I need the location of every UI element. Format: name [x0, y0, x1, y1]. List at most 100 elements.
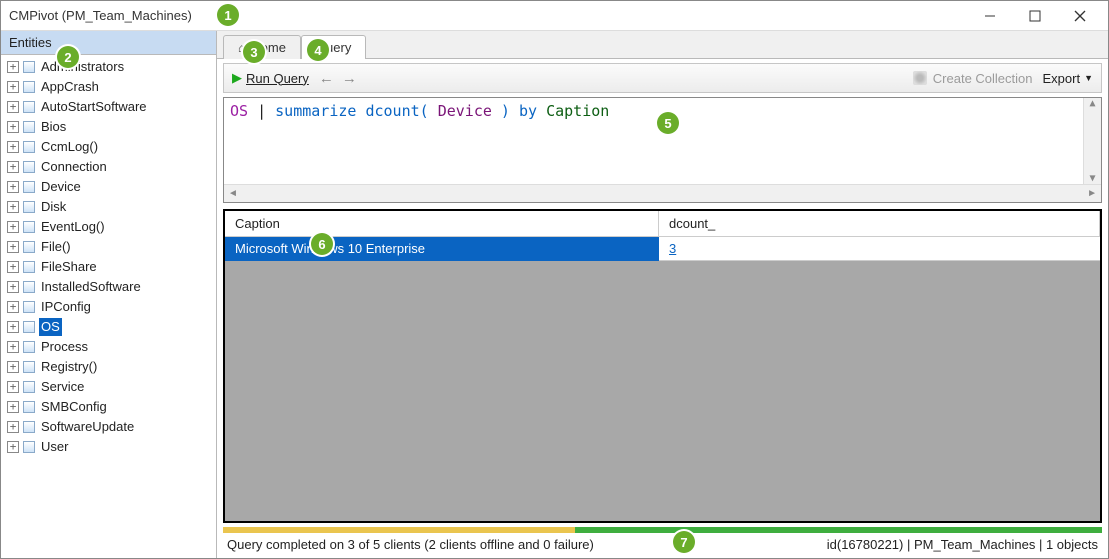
entity-item-ccmlog[interactable]: + CcmLog() [1, 137, 216, 157]
forward-button[interactable]: → [342, 70, 357, 87]
editor-vertical-scrollbar[interactable]: ▲▼ [1083, 98, 1101, 184]
query-token-func-open: dcount( [365, 102, 437, 120]
expand-icon[interactable]: + [7, 401, 19, 413]
expand-icon[interactable]: + [7, 181, 19, 193]
expand-icon[interactable]: + [7, 421, 19, 433]
entity-item-eventlog[interactable]: + EventLog() [1, 217, 216, 237]
column-header-caption[interactable]: Caption [225, 211, 659, 237]
expand-icon[interactable]: + [7, 161, 19, 173]
minimize-button[interactable] [967, 1, 1012, 31]
entity-icon [23, 161, 35, 173]
create-collection-label: Create Collection [933, 71, 1033, 86]
export-button[interactable]: Export ▼ [1043, 71, 1094, 86]
back-button[interactable]: ← [319, 70, 334, 87]
collection-icon [913, 71, 927, 85]
expand-icon[interactable]: + [7, 221, 19, 233]
expand-icon[interactable]: + [7, 381, 19, 393]
entity-item-service[interactable]: + Service [1, 377, 216, 397]
cell-caption: Microsoft Windows 10 Enterprise [225, 237, 659, 261]
entity-icon [23, 61, 35, 73]
query-token-summarize: summarize [275, 102, 356, 120]
entity-label: OS [39, 318, 62, 336]
entity-label: Device [39, 178, 83, 196]
expand-icon[interactable]: + [7, 101, 19, 113]
entity-item-installedsoftware[interactable]: + InstalledSoftware [1, 277, 216, 297]
expand-icon[interactable]: + [7, 321, 19, 333]
entity-icon [23, 121, 35, 133]
entity-item-administrators[interactable]: +Administrators [1, 57, 216, 77]
close-button[interactable] [1057, 1, 1102, 31]
expand-icon[interactable]: + [7, 121, 19, 133]
entity-item-registry[interactable]: + Registry() [1, 357, 216, 377]
entity-label: Connection [39, 158, 109, 176]
query-token-func-close: ) [492, 102, 510, 120]
entity-item-connection[interactable]: + Connection [1, 157, 216, 177]
entity-icon [23, 341, 35, 353]
expand-icon[interactable]: + [7, 301, 19, 313]
entity-label: SMBConfig [39, 398, 109, 416]
expand-icon[interactable]: + [7, 201, 19, 213]
query-token-by: by [510, 102, 546, 120]
entity-item-autostartsoftware[interactable]: +AutoStartSoftware [1, 97, 216, 117]
entity-item-user[interactable]: + User [1, 437, 216, 457]
results-header-row: Caption dcount_ [225, 211, 1100, 237]
status-bar: Query completed on 3 of 5 clients (2 cli… [217, 533, 1108, 558]
annotation-callout-6: 6 [311, 233, 333, 255]
results-grid: Caption dcount_ Microsoft Windows 10 Ent… [223, 209, 1102, 523]
entity-label: User [39, 438, 70, 456]
entity-item-ipconfig[interactable]: + IPConfig [1, 297, 216, 317]
entity-label: Registry() [39, 358, 99, 376]
entity-label: File() [39, 238, 73, 256]
entity-item-process[interactable]: + Process [1, 337, 216, 357]
cell-dcount-link[interactable]: 3 [659, 237, 1100, 261]
entity-icon [23, 101, 35, 113]
entity-label: InstalledSoftware [39, 278, 143, 296]
entity-label: Bios [39, 118, 68, 136]
entity-icon [23, 401, 35, 413]
run-query-button[interactable]: ▶ Run Query [232, 70, 309, 86]
entity-item-device[interactable]: + Device [1, 177, 216, 197]
entity-label: Service [39, 378, 86, 396]
entity-icon [23, 241, 35, 253]
entity-icon [23, 361, 35, 373]
column-header-dcount[interactable]: dcount_ [659, 211, 1100, 237]
entity-label: SoftwareUpdate [39, 418, 136, 436]
entity-label: CcmLog() [39, 138, 100, 156]
entity-item-file[interactable]: + File() [1, 237, 216, 257]
entity-label: FileShare [39, 258, 99, 276]
entity-item-fileshare[interactable]: + FileShare [1, 257, 216, 277]
tabstrip: ⌂ Home Query [217, 31, 1108, 59]
expand-icon[interactable]: + [7, 241, 19, 253]
entity-item-appcrash[interactable]: +AppCrash [1, 77, 216, 97]
entity-item-disk[interactable]: +Disk [1, 197, 216, 217]
expand-icon[interactable]: + [7, 81, 19, 93]
entity-icon [23, 281, 35, 293]
entities-header: Entities [1, 31, 216, 55]
entity-item-os[interactable]: + OS [1, 317, 216, 337]
query-token-column: Device [438, 102, 492, 120]
table-row[interactable]: Microsoft Windows 10 Enterprise 3 [225, 237, 1100, 261]
entity-label: EventLog() [39, 218, 107, 236]
entity-label: IPConfig [39, 298, 93, 316]
maximize-button[interactable] [1012, 1, 1057, 31]
entity-icon [23, 421, 35, 433]
expand-icon[interactable]: + [7, 281, 19, 293]
create-collection-button[interactable]: Create Collection [913, 71, 1033, 86]
expand-icon[interactable]: + [7, 61, 19, 73]
entity-item-softwareupdate[interactable]: + SoftwareUpdate [1, 417, 216, 437]
annotation-callout-5: 5 [657, 112, 679, 134]
expand-icon[interactable]: + [7, 261, 19, 273]
expand-icon[interactable]: + [7, 141, 19, 153]
results-empty-area [225, 261, 1100, 521]
query-editor[interactable]: OS | summarize dcount( Device ) by Capti… [224, 98, 1101, 184]
status-text-left: Query completed on 3 of 5 clients (2 cli… [227, 537, 594, 552]
expand-icon[interactable]: + [7, 361, 19, 373]
expand-icon[interactable]: + [7, 341, 19, 353]
entity-item-smbconfig[interactable]: + SMBConfig [1, 397, 216, 417]
chevron-down-icon: ▼ [1084, 73, 1093, 83]
entity-item-bios[interactable]: + Bios [1, 117, 216, 137]
expand-icon[interactable]: + [7, 441, 19, 453]
entity-label: Process [39, 338, 90, 356]
editor-horizontal-scrollbar[interactable]: ◄► [224, 184, 1101, 202]
annotation-callout-1: 1 [217, 4, 239, 26]
